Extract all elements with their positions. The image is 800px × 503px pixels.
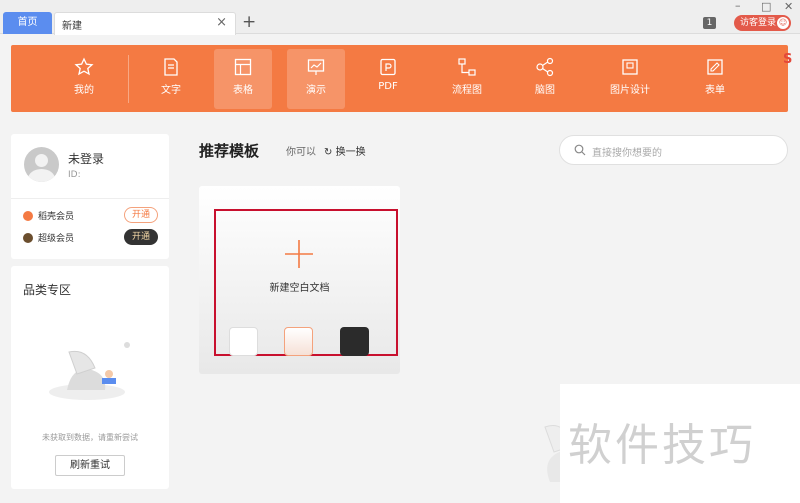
star-icon xyxy=(74,57,94,76)
open-super-button[interactable]: 开通 xyxy=(124,229,158,245)
tab-new-label: 新建 xyxy=(62,21,82,32)
member-docer: 稻壳会员 xyxy=(23,209,74,222)
toolbar-item-image-design[interactable]: 图片设计 xyxy=(601,49,659,109)
image-design-icon xyxy=(622,59,638,75)
category-title: 品类专区 xyxy=(23,283,72,297)
super-vip-icon xyxy=(23,233,33,243)
tab-new[interactable]: 新建 × xyxy=(54,12,236,35)
minimize-icon[interactable]: – xyxy=(735,0,741,12)
toolbar-item-text[interactable]: 文字 xyxy=(142,49,200,109)
toolbar-label: 流程图 xyxy=(452,85,482,96)
flowchart-icon xyxy=(458,58,476,76)
toolbar-item-spreadsheet[interactable]: 表格 xyxy=(214,49,272,109)
search-icon xyxy=(574,144,586,156)
refresh-button[interactable]: 刷新重试 xyxy=(55,455,125,476)
add-tab-icon[interactable]: + xyxy=(242,12,256,32)
swatch-light[interactable] xyxy=(284,327,313,356)
plus-icon[interactable] xyxy=(284,239,314,269)
user-icon: ☺ xyxy=(777,17,789,29)
tab-home[interactable]: 首页 xyxy=(3,12,52,34)
swap-button[interactable]: ↻ 换一换 xyxy=(324,143,366,158)
avatar[interactable] xyxy=(24,147,59,182)
user-id: ID: xyxy=(68,170,81,180)
satellite-illustration-icon xyxy=(49,342,130,400)
new-blank-label: 新建空白文档 xyxy=(269,283,330,294)
toolbar-item-pdf[interactable]: PDF xyxy=(359,49,417,109)
toolbar-label: 文字 xyxy=(161,85,181,96)
toolbar-item-form[interactable]: 表单 xyxy=(686,49,744,109)
close-tab-icon[interactable]: × xyxy=(216,15,227,30)
maximize-icon[interactable]: □ xyxy=(761,0,771,13)
form-icon xyxy=(707,59,723,75)
notification-badge[interactable]: 1 xyxy=(703,17,716,29)
hint-text: 你可以 xyxy=(286,147,316,158)
swap-label: 换一换 xyxy=(335,147,366,158)
search-box[interactable]: 直接搜你想要的 xyxy=(559,135,788,165)
toolbar-label: 表单 xyxy=(705,85,725,96)
mindmap-icon xyxy=(536,57,554,77)
swatch-white[interactable] xyxy=(229,327,258,356)
toolbar-item-mine[interactable]: 我的 xyxy=(55,49,113,109)
open-docer-button[interactable]: 开通 xyxy=(124,207,158,223)
toolbar-item-mindmap[interactable]: 脑图 xyxy=(516,49,574,109)
swatch-dark[interactable] xyxy=(340,327,369,356)
app-toolbar: 我的 文字 表格 演示 PDF 流程图 脑图 图片设计 表单 xyxy=(11,45,788,112)
tab-bar: 首页 新建 × + – □ ✕ 1 访客登录 ☺ xyxy=(0,0,800,35)
search-input[interactable]: 直接搜你想要的 xyxy=(592,144,662,159)
toolbar-label: 表格 xyxy=(233,85,253,96)
pdf-icon xyxy=(380,58,396,76)
page-title: 推荐模板 xyxy=(199,142,260,160)
member-super: 超级会员 xyxy=(23,231,74,244)
user-card: 未登录 ID: 稻壳会员 开通 超级会员 开通 xyxy=(11,134,169,259)
refresh-icon: ↻ xyxy=(324,147,333,158)
presentation-icon xyxy=(307,59,325,75)
docer-vip-icon xyxy=(23,211,33,221)
member-label: 超级会员 xyxy=(38,234,75,244)
guest-login-button[interactable]: 访客登录 ☺ xyxy=(734,15,791,31)
user-name[interactable]: 未登录 xyxy=(68,150,104,167)
divider xyxy=(11,198,169,199)
toolbar-item-presentation[interactable]: 演示 xyxy=(287,49,345,109)
toolbar-item-flowchart[interactable]: 流程图 xyxy=(438,49,496,109)
toolbar-divider xyxy=(128,55,129,103)
member-label: 稻壳会员 xyxy=(38,212,75,222)
empty-message: 未获取到数据，请重新尝试 xyxy=(42,433,138,442)
table-icon xyxy=(234,58,252,76)
document-icon xyxy=(164,58,178,76)
guest-login-label: 访客登录 xyxy=(740,18,777,28)
toolbar-label: 我的 xyxy=(74,85,94,96)
toolbar-label: 脑图 xyxy=(535,85,555,96)
category-card: 品类专区 未获取到数据，请重新尝试 刷新重试 xyxy=(11,266,169,489)
watermark-text: 软件技巧 xyxy=(568,420,756,471)
close-window-icon[interactable]: ✕ xyxy=(784,0,793,13)
toolbar-label: PDF xyxy=(378,81,398,92)
brand-logo-icon: S xyxy=(783,52,793,67)
toolbar-label: 图片设计 xyxy=(610,85,650,96)
toolbar-label: 演示 xyxy=(306,85,326,96)
